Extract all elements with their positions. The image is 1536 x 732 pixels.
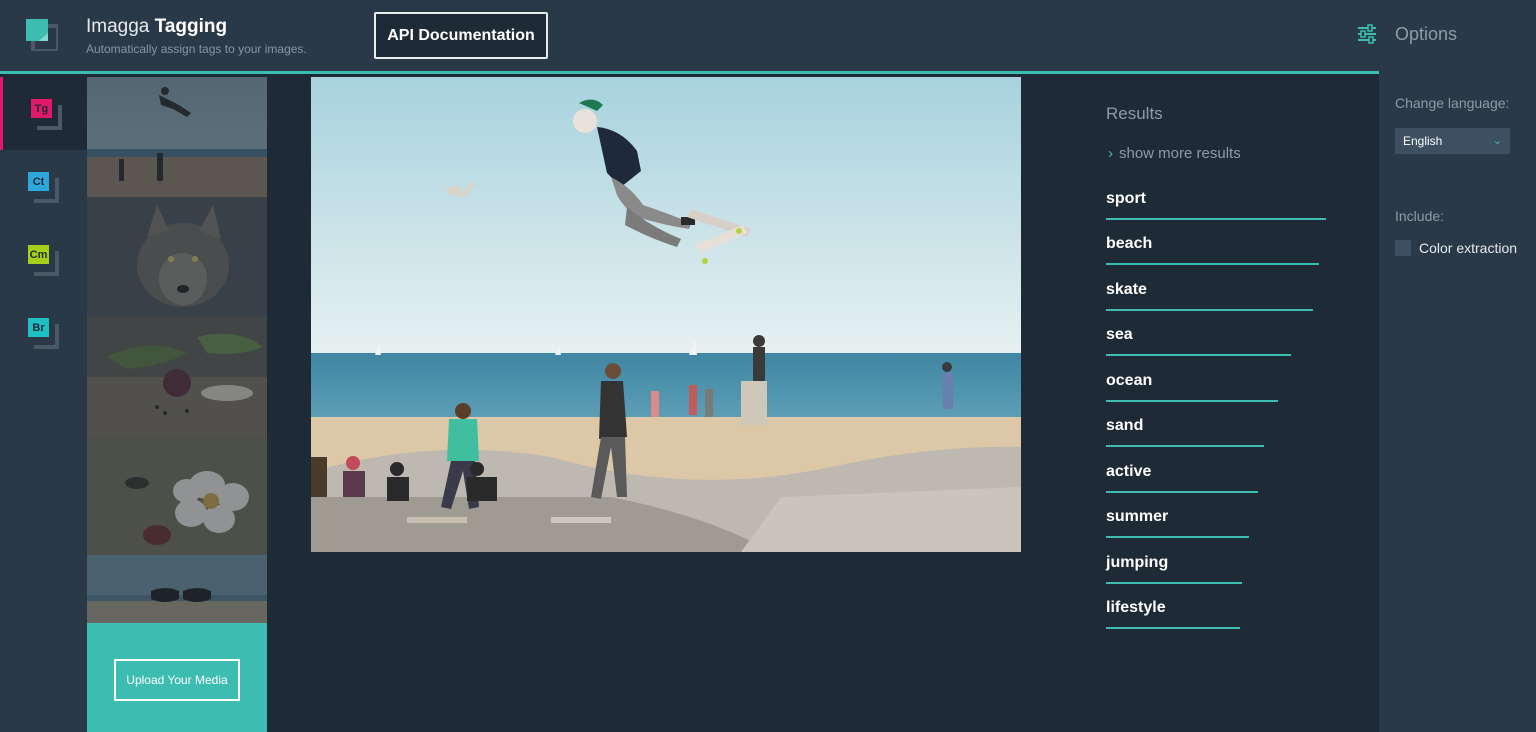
cropping-icon: Cm <box>28 245 60 277</box>
categorization-badge: Ct <box>28 172 49 191</box>
sidebar-item-cropping[interactable]: Cm <box>0 223 87 296</box>
language-select[interactable]: English ⌄ <box>1395 128 1510 154</box>
thumbnail-flower-bee[interactable] <box>87 435 267 555</box>
language-value: English <box>1403 134 1443 148</box>
background-removal-badge: Br <box>28 318 49 337</box>
tag-sea[interactable]: sea <box>1106 326 1291 356</box>
tag-sand[interactable]: sand <box>1106 417 1264 447</box>
main-image <box>311 77 1021 552</box>
color-extraction-checkbox[interactable] <box>1395 240 1411 256</box>
header-bar: Imagga Tagging Automatically assign tags… <box>0 0 1379 74</box>
tagging-icon: Tg <box>31 99 63 131</box>
sidebar-item-background-removal[interactable]: Br <box>0 296 87 369</box>
show-more-results-link[interactable]: › show more results <box>1108 145 1241 162</box>
options-title: Options <box>1395 24 1458 44</box>
background-removal-icon: Br <box>28 318 60 350</box>
color-extraction-label[interactable]: Color extraction <box>1419 240 1517 256</box>
sidebar-item-categorization[interactable]: Ct <box>0 150 87 223</box>
change-language-label: Change language: <box>1395 95 1510 111</box>
thumbnail-beach-sunglasses[interactable] <box>87 555 267 623</box>
tag-ocean[interactable]: ocean <box>1106 372 1278 402</box>
api-documentation-button[interactable]: API Documentation <box>374 12 548 59</box>
chevron-right-icon: › <box>1108 145 1113 162</box>
results-title: Results <box>1106 104 1163 123</box>
brand-prefix: Imagga <box>86 16 150 37</box>
upload-panel: Upload Your Media <box>87 623 267 732</box>
sliders-icon[interactable] <box>1356 22 1378 46</box>
options-panel: Options Change language: English ⌄ Inclu… <box>1379 0 1536 732</box>
chevron-down-icon: ⌄ <box>1492 135 1502 147</box>
tag-sport[interactable]: sport <box>1106 190 1326 220</box>
app-root: Imagga Tagging Automatically assign tags… <box>0 0 1536 732</box>
tag-summer[interactable]: summer <box>1106 508 1249 538</box>
thumbnail-wolf[interactable] <box>87 197 267 317</box>
include-label: Include: <box>1395 208 1445 224</box>
tag-beach[interactable]: beach <box>1106 235 1319 265</box>
tagging-badge: Tg <box>31 99 52 118</box>
thumbnail-vegetables[interactable] <box>87 317 267 435</box>
cropping-badge: Cm <box>28 245 49 264</box>
sample-thumbnails <box>87 77 267 623</box>
tag-active[interactable]: active <box>1106 463 1258 493</box>
thumbnail-skater-jump[interactable] <box>87 77 267 197</box>
app-title: Imagga Tagging <box>86 16 227 38</box>
brand-name: Tagging <box>154 16 228 37</box>
sidebar-item-tagging[interactable]: Tg <box>0 77 87 150</box>
tag-jumping[interactable]: jumping <box>1106 554 1242 584</box>
upload-media-button[interactable]: Upload Your Media <box>114 659 240 701</box>
show-more-label: show more results <box>1119 145 1241 162</box>
categorization-icon: Ct <box>28 172 60 204</box>
tag-skate[interactable]: skate <box>1106 281 1313 311</box>
api-sidebar: Tg Ct Cm Br <box>0 77 87 732</box>
results-panel: Results › show more results sport beach s… <box>1106 104 1356 629</box>
tag-lifestyle[interactable]: lifestyle <box>1106 599 1240 629</box>
app-subtitle: Automatically assign tags to your images… <box>86 42 307 56</box>
imagga-logo-icon <box>26 19 58 51</box>
